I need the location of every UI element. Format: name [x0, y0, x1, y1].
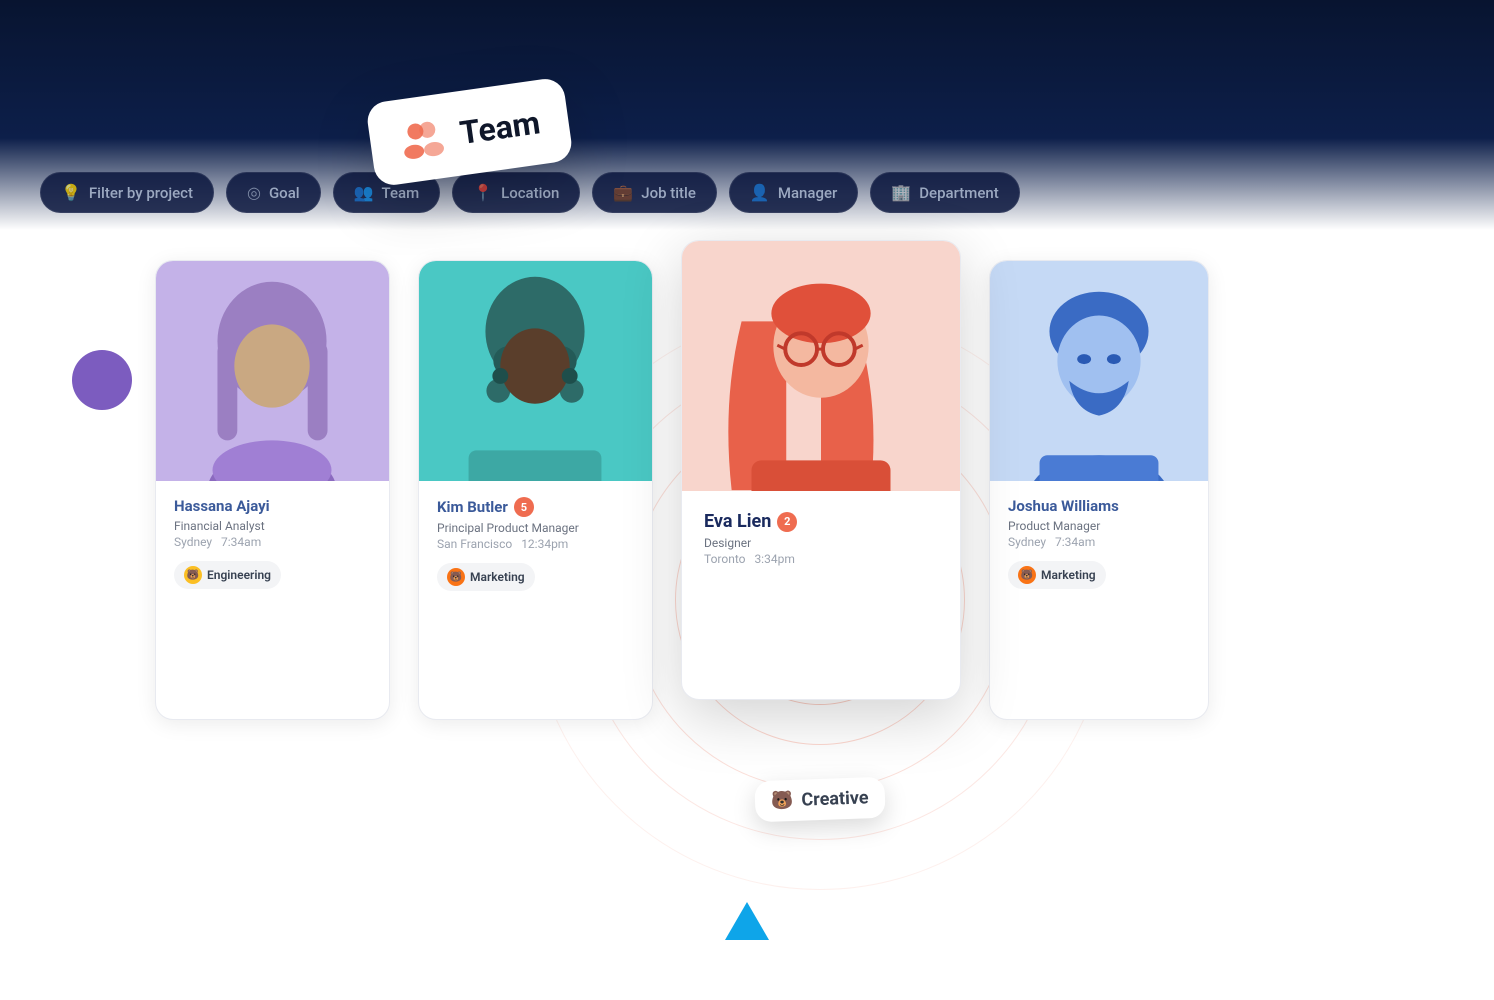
- goal-icon: ◎: [247, 183, 261, 202]
- filter-team-label: Team: [382, 184, 420, 202]
- person-cards-container: Hassana Ajayi Financial Analyst Sydney 7…: [155, 260, 1209, 720]
- filter-location-label: Location: [501, 184, 559, 202]
- filter-department-label: Department: [919, 184, 998, 202]
- team-filter-icon: 👥: [354, 183, 374, 202]
- person-card-kim[interactable]: Kim Butler 5 Principal Product Manager S…: [418, 260, 653, 720]
- avatar-eva: [682, 241, 960, 491]
- department-icon: 🏢: [891, 183, 911, 202]
- person-card-joshua[interactable]: Joshua Williams Product Manager Sydney 7…: [989, 260, 1209, 720]
- avatar-joshua: [990, 261, 1208, 481]
- purple-circle-decoration: [72, 350, 132, 410]
- filter-location-pill[interactable]: 📍 Location: [452, 172, 580, 213]
- filter-project-label: Filter by project: [89, 184, 193, 202]
- kim-team-badge: 🐻 Marketing: [437, 563, 535, 591]
- eva-name: Eva Lien 2: [704, 511, 938, 532]
- hassana-info: Hassana Ajayi Financial Analyst Sydney 7…: [156, 481, 389, 719]
- person-card-hassana[interactable]: Hassana Ajayi Financial Analyst Sydney 7…: [155, 260, 390, 720]
- joshua-info: Joshua Williams Product Manager Sydney 7…: [990, 481, 1208, 719]
- filter-goal-pill[interactable]: ◎ Goal: [226, 172, 321, 213]
- project-icon: 💡: [61, 183, 81, 202]
- filter-bar: 💡 Filter by project ◎ Goal 👥 Team 📍 Loca…: [0, 156, 1494, 229]
- kim-badge: 5: [514, 497, 534, 517]
- filter-manager-label: Manager: [778, 184, 837, 202]
- person-card-eva[interactable]: Eva Lien 2 Designer Toronto 3:34pm: [681, 240, 961, 700]
- team-card-label: Team: [457, 103, 542, 152]
- avatar-hassana: [156, 261, 389, 481]
- manager-icon: 👤: [750, 183, 770, 202]
- hassana-name: Hassana Ajayi: [174, 497, 371, 515]
- filter-jobtitle-pill[interactable]: 💼 Job title: [592, 172, 717, 213]
- eva-badge: 2: [777, 512, 797, 532]
- marketing-badge-icon-joshua: 🐻: [1018, 566, 1036, 584]
- hassana-title: Financial Analyst: [174, 519, 371, 533]
- creative-badge-label: Creative: [801, 787, 869, 810]
- joshua-name: Joshua Williams: [1008, 497, 1190, 515]
- kim-location: San Francisco 12:34pm: [437, 537, 634, 551]
- kim-name: Kim Butler 5: [437, 497, 634, 517]
- marketing-badge-icon-kim: 🐻: [447, 568, 465, 586]
- triangle-bottom-center-icon: [725, 902, 769, 940]
- joshua-team-badge: 🐻 Marketing: [1008, 561, 1106, 589]
- filter-department-pill[interactable]: 🏢 Department: [870, 172, 1019, 213]
- filter-jobtitle-label: Job title: [641, 184, 696, 202]
- team-card-icon: [395, 111, 449, 165]
- joshua-title: Product Manager: [1008, 519, 1190, 533]
- eva-info: Eva Lien 2 Designer Toronto 3:34pm: [682, 491, 960, 699]
- eva-title: Designer: [704, 536, 938, 550]
- eva-location: Toronto 3:34pm: [704, 552, 938, 566]
- engineering-badge-icon: 🐻: [184, 566, 202, 584]
- filter-project-pill[interactable]: 💡 Filter by project: [40, 172, 214, 213]
- creative-badge-icon: 🐻: [771, 790, 794, 812]
- location-icon: 📍: [473, 183, 493, 202]
- joshua-location: Sydney 7:34am: [1008, 535, 1190, 549]
- kim-title: Principal Product Manager: [437, 521, 634, 535]
- filter-goal-label: Goal: [269, 184, 300, 202]
- kim-info: Kim Butler 5 Principal Product Manager S…: [419, 481, 652, 719]
- creative-floating-badge: 🐻 Creative: [754, 777, 885, 822]
- hassana-location: Sydney 7:34am: [174, 535, 371, 549]
- jobtitle-icon: 💼: [613, 183, 633, 202]
- hassana-team-badge: 🐻 Engineering: [174, 561, 281, 589]
- filter-manager-pill[interactable]: 👤 Manager: [729, 172, 858, 213]
- avatar-kim: [419, 261, 652, 481]
